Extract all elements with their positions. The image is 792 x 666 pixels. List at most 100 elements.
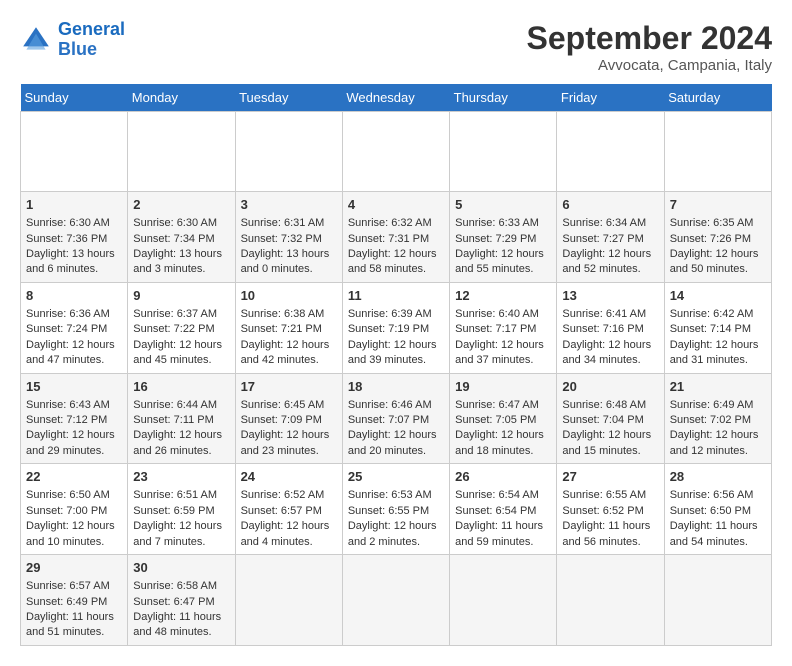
day-number: 5	[455, 196, 551, 214]
sunrise-text: Sunrise: 6:53 AM	[348, 488, 444, 503]
sunset-text: Sunset: 6:55 PM	[348, 504, 444, 519]
calendar-week-1: 1Sunrise: 6:30 AMSunset: 7:36 PMDaylight…	[21, 192, 772, 283]
daylight-text: Daylight: 12 hours and 18 minutes.	[455, 428, 551, 459]
sunset-text: Sunset: 7:09 PM	[241, 413, 337, 428]
sunrise-text: Sunrise: 6:56 AM	[670, 488, 766, 503]
daylight-text: Daylight: 12 hours and 58 minutes.	[348, 247, 444, 278]
calendar-cell: 7Sunrise: 6:35 AMSunset: 7:26 PMDaylight…	[664, 192, 771, 283]
daylight-text: Daylight: 12 hours and 23 minutes.	[241, 428, 337, 459]
calendar-cell: 2Sunrise: 6:30 AMSunset: 7:34 PMDaylight…	[128, 192, 235, 283]
day-number: 10	[241, 287, 337, 305]
header-row: Sunday Monday Tuesday Wednesday Thursday…	[21, 84, 772, 112]
daylight-text: Daylight: 12 hours and 15 minutes.	[562, 428, 658, 459]
day-number: 1	[26, 196, 122, 214]
calendar-cell: 23Sunrise: 6:51 AMSunset: 6:59 PMDayligh…	[128, 464, 235, 555]
calendar-cell: 12Sunrise: 6:40 AMSunset: 7:17 PMDayligh…	[450, 282, 557, 373]
day-number: 2	[133, 196, 229, 214]
sunset-text: Sunset: 7:24 PM	[26, 322, 122, 337]
sunrise-text: Sunrise: 6:34 AM	[562, 216, 658, 231]
day-number: 25	[348, 468, 444, 486]
calendar-cell	[128, 112, 235, 192]
calendar-cell: 25 Sunrise: 6:53 AMSunset: 6:55 PMDayligh…	[342, 464, 449, 555]
daylight-text: Daylight: 12 hours and 45 minutes.	[133, 338, 229, 369]
daylight-text: Daylight: 12 hours and 10 minutes.	[26, 519, 122, 550]
calendar-cell: 14Sunrise: 6:42 AMSunset: 7:14 PMDayligh…	[664, 282, 771, 373]
sunrise-text: Sunrise: 6:43 AM	[26, 398, 122, 413]
sunset-text: Sunset: 7:34 PM	[133, 232, 229, 247]
sunset-text: Sunset: 7:31 PM	[348, 232, 444, 247]
calendar-cell: 19Sunrise: 6:47 AMSunset: 7:05 PMDayligh…	[450, 373, 557, 464]
sunrise-text: Sunrise: 6:46 AM	[348, 398, 444, 413]
sunrise-text: Sunrise: 6:50 AM	[26, 488, 122, 503]
sunset-text: Sunset: 6:57 PM	[241, 504, 337, 519]
sunrise-text: Sunrise: 6:39 AM	[348, 307, 444, 322]
daylight-text: Daylight: 11 hours and 56 minutes.	[562, 519, 658, 550]
calendar-cell	[450, 555, 557, 646]
day-number: 18	[348, 378, 444, 396]
logo: General Blue	[20, 20, 125, 60]
sunrise-text: Sunrise: 6:52 AM	[241, 488, 337, 503]
calendar-cell: 28Sunrise: 6:56 AMSunset: 6:50 PMDayligh…	[664, 464, 771, 555]
daylight-text: Daylight: 13 hours and 6 minutes.	[26, 247, 122, 278]
daylight-text: Daylight: 11 hours and 51 minutes.	[26, 610, 122, 641]
day-number: 13	[562, 287, 658, 305]
calendar-week-5: 29Sunrise: 6:57 AMSunset: 6:49 PMDayligh…	[21, 555, 772, 646]
sunset-text: Sunset: 6:59 PM	[133, 504, 229, 519]
day-number: 27	[562, 468, 658, 486]
sunrise-text: Sunrise: 6:41 AM	[562, 307, 658, 322]
sunrise-text: Sunrise: 6:47 AM	[455, 398, 551, 413]
daylight-text: Daylight: 12 hours and 37 minutes.	[455, 338, 551, 369]
daylight-text: Daylight: 11 hours and 48 minutes.	[133, 610, 229, 641]
calendar-body: 1Sunrise: 6:30 AMSunset: 7:36 PMDaylight…	[21, 112, 772, 646]
day-number: 14	[670, 287, 766, 305]
sunset-text: Sunset: 6:54 PM	[455, 504, 551, 519]
daylight-text: Daylight: 11 hours and 54 minutes.	[670, 519, 766, 550]
sunset-text: Sunset: 7:04 PM	[562, 413, 658, 428]
sunset-text: Sunset: 7:36 PM	[26, 232, 122, 247]
calendar-cell: 11Sunrise: 6:39 AMSunset: 7:19 PMDayligh…	[342, 282, 449, 373]
sunset-text: Sunset: 7:22 PM	[133, 322, 229, 337]
day-number: 9	[133, 287, 229, 305]
sunset-text: Sunset: 7:29 PM	[455, 232, 551, 247]
daylight-text: Daylight: 12 hours and 12 minutes.	[670, 428, 766, 459]
sunset-text: Sunset: 7:21 PM	[241, 322, 337, 337]
calendar-week-0	[21, 112, 772, 192]
calendar-header: Sunday Monday Tuesday Wednesday Thursday…	[21, 84, 772, 112]
daylight-text: Daylight: 12 hours and 34 minutes.	[562, 338, 658, 369]
day-number: 19	[455, 378, 551, 396]
calendar-cell	[342, 555, 449, 646]
sunset-text: Sunset: 6:47 PM	[133, 595, 229, 610]
sunset-text: Sunset: 7:32 PM	[241, 232, 337, 247]
day-number: 6	[562, 196, 658, 214]
daylight-text: Daylight: 12 hours and 55 minutes.	[455, 247, 551, 278]
day-number: 24	[241, 468, 337, 486]
month-title: September 2024	[527, 20, 772, 57]
daylight-text: Daylight: 12 hours and 31 minutes.	[670, 338, 766, 369]
sunrise-text: Sunrise: 6:57 AM	[26, 579, 122, 594]
calendar-cell: 5 Sunrise: 6:33 AMSunset: 7:29 PMDaylight…	[450, 192, 557, 283]
calendar-cell	[664, 112, 771, 192]
sunrise-text: Sunrise: 6:31 AM	[241, 216, 337, 231]
day-number: 21	[670, 378, 766, 396]
daylight-text: Daylight: 12 hours and 4 minutes.	[241, 519, 337, 550]
calendar-cell: 1Sunrise: 6:30 AMSunset: 7:36 PMDaylight…	[21, 192, 128, 283]
sunrise-text: Sunrise: 6:35 AM	[670, 216, 766, 231]
logo-line2: Blue	[58, 39, 97, 59]
day-number: 17	[241, 378, 337, 396]
day-number: 20	[562, 378, 658, 396]
calendar-cell: 4Sunrise: 6:32 AMSunset: 7:31 PMDaylight…	[342, 192, 449, 283]
title-block: September 2024 Avvocata, Campania, Italy	[527, 20, 772, 74]
day-number: 26	[455, 468, 551, 486]
sunrise-text: Sunrise: 6:36 AM	[26, 307, 122, 322]
day-number: 30	[133, 559, 229, 577]
calendar-cell: 21Sunrise: 6:49 AMSunset: 7:02 PMDayligh…	[664, 373, 771, 464]
sunset-text: Sunset: 7:17 PM	[455, 322, 551, 337]
day-number: 28	[670, 468, 766, 486]
daylight-text: Daylight: 12 hours and 2 minutes.	[348, 519, 444, 550]
calendar-cell: 24 Sunrise: 6:52 AMSunset: 6:57 PMDayligh…	[235, 464, 342, 555]
day-number: 23	[133, 468, 229, 486]
day-number: 7	[670, 196, 766, 214]
calendar-cell	[557, 555, 664, 646]
calendar-cell: 20Sunrise: 6:48 AMSunset: 7:04 PMDayligh…	[557, 373, 664, 464]
sunrise-text: Sunrise: 6:33 AM	[455, 216, 551, 231]
